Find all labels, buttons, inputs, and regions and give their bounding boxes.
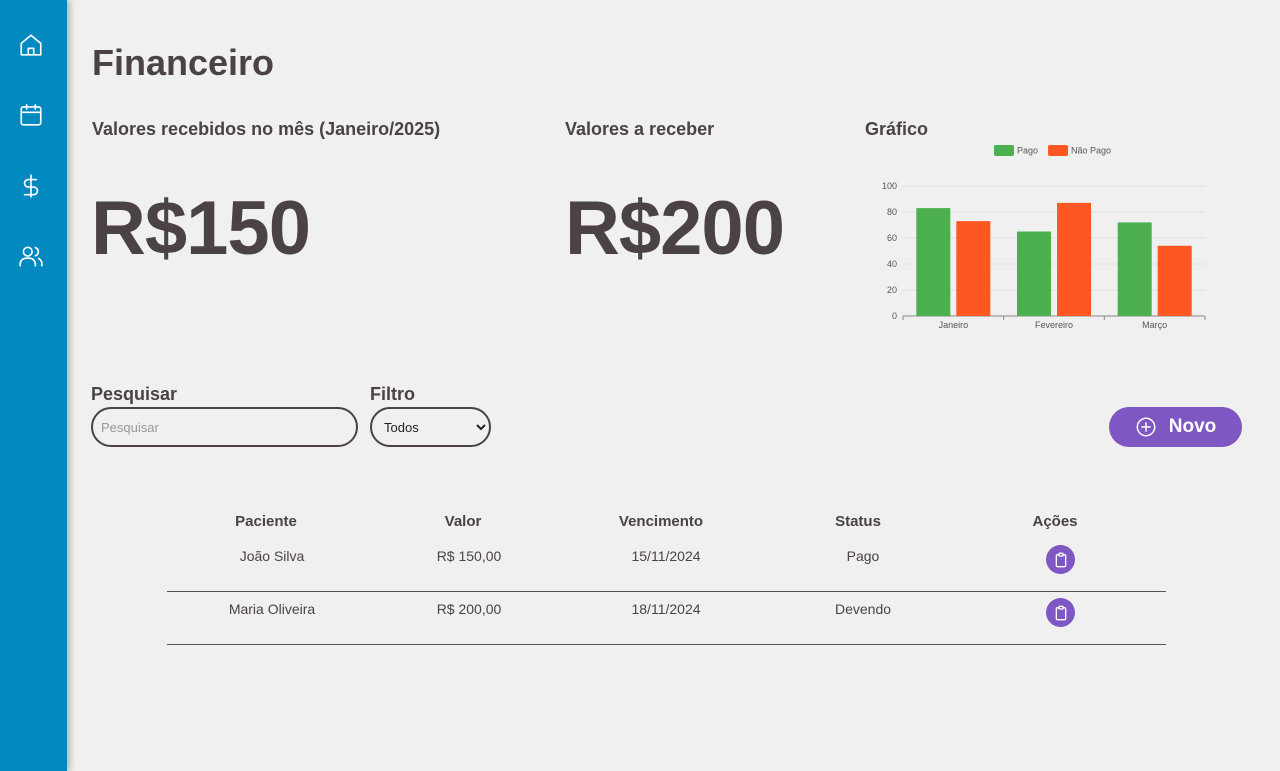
cell-status: Pago xyxy=(846,548,880,564)
header-valor: Valor xyxy=(444,513,482,530)
filter-label: Filtro xyxy=(370,384,415,404)
cell-paciente: João Silva xyxy=(239,548,305,564)
table-row: Maria Oliveira R$ 200,00 18/11/2024 Deve… xyxy=(167,592,1166,645)
cell-vencimento: 15/11/2024 xyxy=(631,548,701,564)
bar xyxy=(1017,231,1051,316)
receivable-title: Valores a receber xyxy=(565,119,715,139)
y-tick-label: 60 xyxy=(887,233,897,243)
table-row: João Silva R$ 150,00 15/11/2024 Pago xyxy=(167,539,1166,592)
view-details-button[interactable] xyxy=(1046,545,1075,574)
financial-bar-chart: Pago Não Pago 0 20 40 60 80 100 Janeiro Fevereiro… xyxy=(882,145,1206,330)
header-vencimento: Vencimento xyxy=(618,513,704,530)
y-tick-label: 100 xyxy=(882,181,897,191)
cell-paciente: Maria Oliveira xyxy=(228,601,316,617)
users-icon[interactable] xyxy=(18,243,44,269)
cell-vencimento: 18/11/2024 xyxy=(631,601,701,617)
bar xyxy=(956,221,991,316)
y-tick-label: 0 xyxy=(892,311,897,321)
search-label: Pesquisar xyxy=(91,384,178,404)
search-input[interactable] xyxy=(91,407,358,447)
page-title: Financeiro xyxy=(92,42,275,83)
new-button[interactable]: Novo xyxy=(1109,407,1242,447)
new-button-label: Novo xyxy=(1168,416,1217,437)
table-header: Paciente Valor Vencimento Status Ações xyxy=(167,505,1166,539)
filter-select[interactable]: Todos xyxy=(370,407,491,447)
plus-circle-icon xyxy=(1136,417,1156,437)
home-icon[interactable] xyxy=(18,32,44,58)
dollar-icon[interactable] xyxy=(18,173,44,199)
cell-status: Devendo xyxy=(834,601,892,617)
y-tick-label: 80 xyxy=(887,207,897,217)
bar xyxy=(916,208,951,316)
header-paciente: Paciente xyxy=(235,513,297,530)
received-value: R$150 xyxy=(91,186,311,271)
legend-swatch xyxy=(994,145,1014,156)
cell-valor: R$ 200,00 xyxy=(436,601,502,617)
chart-title: Gráfico xyxy=(865,119,929,139)
header-status: Status xyxy=(835,513,881,530)
legend-swatch xyxy=(1048,145,1069,156)
clipboard-icon xyxy=(1055,605,1066,620)
header-acoes: Ações xyxy=(1032,513,1078,530)
x-tick-label: Janeiro xyxy=(939,320,969,330)
clipboard-icon xyxy=(1055,552,1066,567)
legend-label: Não Pago xyxy=(1071,146,1111,156)
x-tick-label: Março xyxy=(1142,320,1167,330)
view-details-button[interactable] xyxy=(1046,598,1075,627)
bar xyxy=(1117,222,1152,316)
receivable-value: R$200 xyxy=(565,186,785,271)
bar xyxy=(1157,245,1192,316)
legend-label: Pago xyxy=(1017,146,1038,156)
received-title: Valores recebidos no mês (Janeiro/2025) xyxy=(92,119,441,139)
x-tick-label: Fevereiro xyxy=(1035,320,1073,330)
bar xyxy=(1057,202,1091,316)
y-tick-label: 20 xyxy=(887,285,897,295)
calendar-icon[interactable] xyxy=(18,102,44,128)
y-tick-label: 40 xyxy=(887,259,897,269)
payments-table: Paciente Valor Vencimento Status Ações J… xyxy=(167,505,1166,645)
cell-valor: R$ 150,00 xyxy=(436,548,502,564)
sidebar xyxy=(0,0,67,771)
